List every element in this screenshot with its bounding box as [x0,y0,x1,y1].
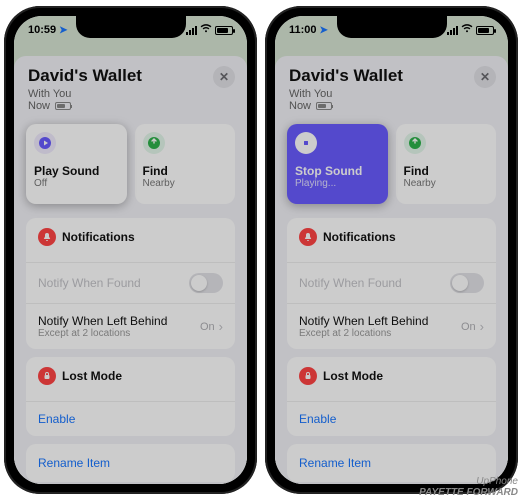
find-sub: Nearby [143,178,228,189]
item-battery-icon [55,102,71,110]
notify-left-behind-sub: Except at 2 locations [299,328,428,339]
notify-left-behind-label: Notify When Left Behind [299,314,428,328]
lost-mode-section: Lost Mode Enable [287,357,496,436]
location-icon: ➤ [59,25,67,36]
find-icon [404,132,426,154]
bell-icon [299,228,317,246]
notify-when-found-label: Notify When Found [299,276,402,290]
wifi-icon [200,24,212,36]
phone-right: 11:00 ➤ David's Wallet With You Now ✕ [265,6,518,494]
rename-item-label: Rename Item [299,456,371,470]
notify-when-found-row: Notify When Found [26,262,235,303]
chevron-right-icon: › [480,319,484,334]
action-tiles: Play Sound Off Find Nearby [14,118,247,210]
find-tile[interactable]: Find Nearby [135,124,236,204]
stop-sound-tile[interactable]: Stop Sound Playing... [287,124,388,204]
screen-left: 10:59 ➤ David's Wallet With You Now ✕ [14,16,247,484]
stop-sound-label: Stop Sound [295,164,380,178]
stop-sound-sub: Playing... [295,178,380,189]
lost-mode-title: Lost Mode [323,369,383,383]
item-subtitle-2: Now [289,100,494,112]
watermark: UpPhone PAYETTE FORWARD [419,476,518,498]
screen-right: 11:00 ➤ David's Wallet With You Now ✕ [275,16,508,484]
notify-left-behind-label: Notify When Left Behind [38,314,167,328]
watermark-line1: UpPhone [419,476,518,487]
lost-mode-enable-label: Enable [299,412,336,426]
chevron-right-icon: › [219,319,223,334]
status-time: 11:00 [289,24,317,36]
rename-item-label: Rename Item [38,456,110,470]
notifications-header: Notifications [26,218,235,262]
battery-icon [476,26,494,35]
lock-icon [38,367,56,385]
notify-left-behind-sub: Except at 2 locations [38,328,167,339]
play-sound-tile[interactable]: Play Sound Off [26,124,127,204]
play-icon [34,132,56,154]
item-subtitle-2-text: Now [28,100,50,112]
item-title: David's Wallet [28,66,233,86]
wifi-icon [461,24,473,36]
item-battery-icon [316,102,332,110]
stop-icon [295,132,317,154]
find-sub: Nearby [404,178,489,189]
notify-when-found-label: Notify When Found [38,276,141,290]
item-subtitle-1: With You [28,88,233,100]
item-subtitle-1: With You [289,88,494,100]
action-tiles: Stop Sound Playing... Find Nearby [275,118,508,210]
cell-signal-icon [447,26,458,35]
lock-icon [299,367,317,385]
find-label: Find [143,164,228,178]
phone-left: 10:59 ➤ David's Wallet With You Now ✕ [4,6,257,494]
notify-when-found-toggle[interactable] [450,273,484,293]
notifications-section: Notifications Notify When Found Notify W… [26,218,235,349]
notch [337,16,447,38]
play-sound-label: Play Sound [34,164,119,178]
close-button[interactable]: ✕ [213,66,235,88]
notify-when-found-toggle[interactable] [189,273,223,293]
detail-sheet: David's Wallet With You Now ✕ Play Sound… [14,56,247,484]
notify-when-found-row: Notify When Found [287,262,496,303]
find-tile[interactable]: Find Nearby [396,124,497,204]
lost-mode-section: Lost Mode Enable [26,357,235,436]
close-button[interactable]: ✕ [474,66,496,88]
detail-sheet: David's Wallet With You Now ✕ Stop Sound… [275,56,508,484]
status-time: 10:59 [28,24,56,36]
rename-section[interactable]: Rename Item [26,444,235,482]
item-subtitle-2-text: Now [289,100,311,112]
find-label: Find [404,164,489,178]
lost-mode-enable-row[interactable]: Enable [287,401,496,436]
sheet-header: David's Wallet With You Now ✕ [14,56,247,118]
sheet-header: David's Wallet With You Now ✕ [275,56,508,118]
lost-mode-enable-label: Enable [38,412,75,426]
item-title: David's Wallet [289,66,494,86]
location-icon: ➤ [320,25,328,36]
watermark-line2: PAYETTE FORWARD [419,487,518,498]
lost-mode-enable-row[interactable]: Enable [26,401,235,436]
notify-left-behind-state: On [461,321,476,333]
notifications-section: Notifications Notify When Found Notify W… [287,218,496,349]
notch [76,16,186,38]
play-sound-sub: Off [34,178,119,189]
notify-left-behind-row[interactable]: Notify When Left Behind Except at 2 loca… [26,303,235,349]
notify-left-behind-row[interactable]: Notify When Left Behind Except at 2 loca… [287,303,496,349]
find-icon [143,132,165,154]
notifications-title: Notifications [62,230,135,244]
bell-icon [38,228,56,246]
cell-signal-icon [186,26,197,35]
lost-mode-title: Lost Mode [62,369,122,383]
item-subtitle-2: Now [28,100,233,112]
battery-icon [215,26,233,35]
notifications-title: Notifications [323,230,396,244]
notify-left-behind-state: On [200,321,215,333]
